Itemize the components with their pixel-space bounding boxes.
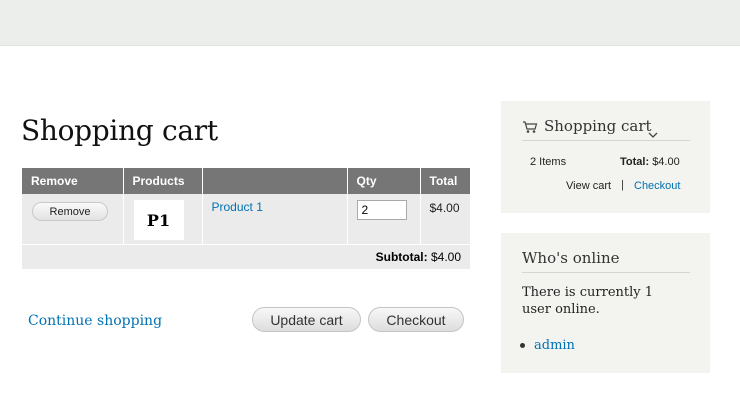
subtotal-cell: Subtotal: $4.00 [22, 244, 470, 269]
whos-online-block: Who's online There is currently 1 user o… [501, 233, 710, 373]
cart-block-title[interactable]: Shopping cart [544, 117, 652, 135]
remove-cell: Remove [22, 194, 124, 245]
cart-block-divider [522, 140, 690, 141]
product-link[interactable]: Product 1 [212, 200, 263, 214]
update-cart-button[interactable]: Update cart [252, 307, 361, 332]
qty-cell [347, 194, 421, 245]
checkout-button[interactable]: Checkout [368, 307, 464, 332]
block-checkout-link[interactable]: Checkout [634, 180, 680, 192]
continue-shopping-link[interactable]: Continue shopping [28, 313, 162, 329]
cart-table: Remove Products Qty Total Remove P1 Prod… [22, 168, 470, 269]
thumbnail-cell: P1 [123, 194, 203, 245]
subtotal-label: Subtotal: [375, 250, 428, 264]
product-thumbnail[interactable]: P1 [133, 200, 184, 240]
subtotal-row: Subtotal: $4.00 [22, 244, 470, 269]
cart-total-value: $4.00 [652, 156, 680, 168]
table-header-row: Remove Products Qty Total [22, 168, 470, 194]
shopping-cart-block: Shopping cart 2 Items Total: $4.00 View … [501, 101, 710, 213]
cart-items-count: 2 Items [530, 156, 567, 168]
quantity-input[interactable] [356, 200, 407, 220]
chevron-down-icon[interactable] [648, 125, 658, 138]
cart-icon [522, 120, 538, 134]
page-title: Shopping cart [21, 114, 218, 147]
total-cell: $4.00 [420, 194, 470, 245]
line-total: $4.00 [429, 201, 460, 215]
link-separator: | [621, 179, 624, 191]
online-block-divider [522, 272, 690, 273]
header-products: Products [123, 168, 203, 194]
header-qty: Qty [347, 168, 421, 194]
online-users-text: There is currently 1 user online. [522, 285, 654, 317]
site-header-bar [0, 0, 740, 46]
list-bullet [520, 343, 525, 348]
view-cart-link[interactable]: View cart [566, 180, 611, 192]
product-cell: Product 1 [202, 194, 348, 245]
header-blank [202, 168, 348, 194]
cart-total-label: Total: [620, 156, 650, 168]
online-block-title: Who's online [522, 249, 620, 267]
header-total: Total [420, 168, 470, 194]
header-remove: Remove [22, 168, 124, 194]
cart-total: Total: $4.00 [620, 156, 680, 168]
remove-button[interactable]: Remove [32, 202, 108, 221]
online-user-link[interactable]: admin [534, 337, 575, 354]
subtotal-value: $4.00 [430, 250, 461, 264]
table-row: Remove P1 Product 1 $4.00 [22, 194, 470, 245]
